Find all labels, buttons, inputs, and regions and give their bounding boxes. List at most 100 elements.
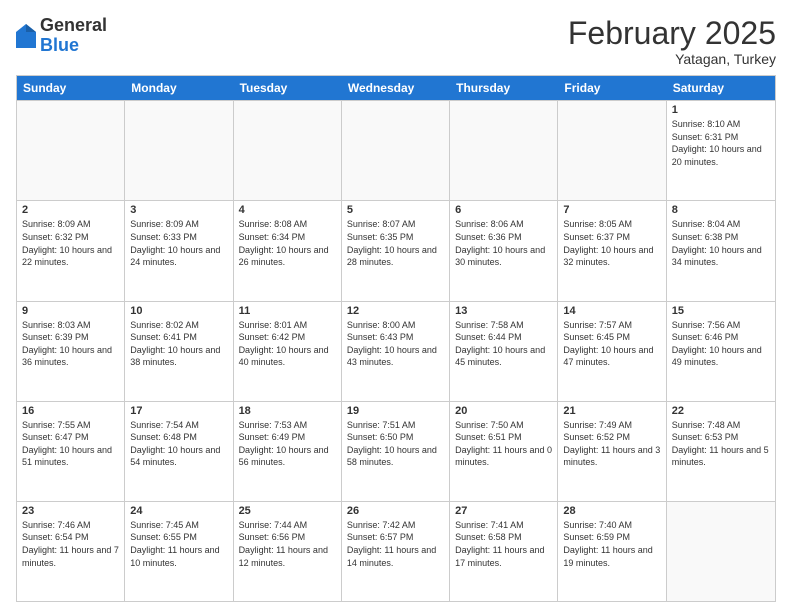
day-info: Sunrise: 8:10 AM Sunset: 6:31 PM Dayligh… — [672, 118, 770, 168]
day-info: Sunrise: 7:41 AM Sunset: 6:58 PM Dayligh… — [455, 519, 552, 569]
day-number: 19 — [347, 405, 444, 417]
day-number: 28 — [563, 505, 660, 517]
calendar: SundayMondayTuesdayWednesdayThursdayFrid… — [16, 75, 776, 602]
calendar-cell: 13 Sunrise: 7:58 AM Sunset: 6:44 PM Dayli… — [450, 302, 558, 401]
calendar-cell: 6Sunrise: 8:06 AM Sunset: 6:36 PM Daylig… — [450, 201, 558, 300]
calendar-cell: 1 Sunrise: 8:10 AM Sunset: 6:31 PM Daylig… — [667, 101, 775, 200]
day-number: 11 — [239, 305, 336, 317]
day-info: Sunrise: 7:53 AM Sunset: 6:49 PM Dayligh… — [239, 419, 336, 469]
calendar-cell: 17 Sunrise: 7:54 AM Sunset: 6:48 PM Dayli… — [125, 402, 233, 501]
day-info: Sunrise: 8:07 AM Sunset: 6:35 PM Dayligh… — [347, 218, 444, 268]
day-number: 21 — [563, 405, 660, 417]
calendar-cell: 10 Sunrise: 8:02 AM Sunset: 6:41 PM Dayli… — [125, 302, 233, 401]
calendar-cell: 27 Sunrise: 7:41 AM Sunset: 6:58 PM Dayli… — [450, 502, 558, 601]
calendar-cell — [342, 101, 450, 200]
calendar-cell: 15Sunrise: 7:56 AM Sunset: 6:46 PM Dayli… — [667, 302, 775, 401]
calendar-cell: 16 Sunrise: 7:55 AM Sunset: 6:47 PM Dayli… — [17, 402, 125, 501]
day-number: 12 — [347, 305, 444, 317]
calendar-cell: 26 Sunrise: 7:42 AM Sunset: 6:57 PM Dayli… — [342, 502, 450, 601]
calendar-row: 2 Sunrise: 8:09 AM Sunset: 6:32 PM Daylig… — [17, 200, 775, 300]
calendar-cell: 23 Sunrise: 7:46 AM Sunset: 6:54 PM Dayli… — [17, 502, 125, 601]
day-info: Sunrise: 7:51 AM Sunset: 6:50 PM Dayligh… — [347, 419, 444, 469]
calendar-cell — [450, 101, 558, 200]
day-info: Sunrise: 7:50 AM Sunset: 6:51 PM Dayligh… — [455, 419, 552, 469]
calendar-row: 23 Sunrise: 7:46 AM Sunset: 6:54 PM Dayli… — [17, 501, 775, 601]
day-number: 16 — [22, 405, 119, 417]
calendar-cell: 22 Sunrise: 7:48 AM Sunset: 6:53 PM Dayli… — [667, 402, 775, 501]
day-number: 18 — [239, 405, 336, 417]
day-info: Sunrise: 7:48 AM Sunset: 6:53 PM Dayligh… — [672, 419, 770, 469]
day-number: 9 — [22, 305, 119, 317]
day-info: Sunrise: 8:04 AM Sunset: 6:38 PM Dayligh… — [672, 218, 770, 268]
logo: General Blue — [16, 16, 107, 56]
day-info: Sunrise: 8:02 AM Sunset: 6:41 PM Dayligh… — [130, 319, 227, 369]
calendar-cell: 18 Sunrise: 7:53 AM Sunset: 6:49 PM Dayli… — [234, 402, 342, 501]
day-number: 24 — [130, 505, 227, 517]
day-info: Sunrise: 8:01 AM Sunset: 6:42 PM Dayligh… — [239, 319, 336, 369]
day-info: Sunrise: 7:55 AM Sunset: 6:47 PM Dayligh… — [22, 419, 119, 469]
day-number: 7 — [563, 204, 660, 216]
day-info: Sunrise: 7:56 AM Sunset: 6:46 PM Dayligh… — [672, 319, 770, 369]
day-number: 26 — [347, 505, 444, 517]
logo-icon — [16, 24, 36, 48]
header-day: Tuesday — [234, 76, 342, 100]
day-number: 8 — [672, 204, 770, 216]
calendar-cell — [125, 101, 233, 200]
day-info: Sunrise: 8:00 AM Sunset: 6:43 PM Dayligh… — [347, 319, 444, 369]
day-info: Sunrise: 8:05 AM Sunset: 6:37 PM Dayligh… — [563, 218, 660, 268]
day-info: Sunrise: 7:49 AM Sunset: 6:52 PM Dayligh… — [563, 419, 660, 469]
calendar-cell: 25 Sunrise: 7:44 AM Sunset: 6:56 PM Dayli… — [234, 502, 342, 601]
calendar-cell — [234, 101, 342, 200]
calendar-cell: 24 Sunrise: 7:45 AM Sunset: 6:55 PM Dayli… — [125, 502, 233, 601]
day-info: Sunrise: 7:54 AM Sunset: 6:48 PM Dayligh… — [130, 419, 227, 469]
calendar-row: 1 Sunrise: 8:10 AM Sunset: 6:31 PM Daylig… — [17, 100, 775, 200]
day-number: 2 — [22, 204, 119, 216]
calendar-row: 16 Sunrise: 7:55 AM Sunset: 6:47 PM Dayli… — [17, 401, 775, 501]
day-number: 25 — [239, 505, 336, 517]
calendar-cell: 20Sunrise: 7:50 AM Sunset: 6:51 PM Dayli… — [450, 402, 558, 501]
day-number: 1 — [672, 104, 770, 116]
calendar-cell — [558, 101, 666, 200]
header-day: Thursday — [450, 76, 558, 100]
day-info: Sunrise: 7:46 AM Sunset: 6:54 PM Dayligh… — [22, 519, 119, 569]
calendar-cell: 4 Sunrise: 8:08 AM Sunset: 6:34 PM Daylig… — [234, 201, 342, 300]
day-number: 4 — [239, 204, 336, 216]
calendar-row: 9 Sunrise: 8:03 AM Sunset: 6:39 PM Daylig… — [17, 301, 775, 401]
day-info: Sunrise: 7:44 AM Sunset: 6:56 PM Dayligh… — [239, 519, 336, 569]
day-info: Sunrise: 8:09 AM Sunset: 6:32 PM Dayligh… — [22, 218, 119, 268]
day-info: Sunrise: 7:42 AM Sunset: 6:57 PM Dayligh… — [347, 519, 444, 569]
day-number: 17 — [130, 405, 227, 417]
day-number: 22 — [672, 405, 770, 417]
day-number: 10 — [130, 305, 227, 317]
calendar-cell: 14Sunrise: 7:57 AM Sunset: 6:45 PM Dayli… — [558, 302, 666, 401]
day-info: Sunrise: 7:45 AM Sunset: 6:55 PM Dayligh… — [130, 519, 227, 569]
calendar-cell — [17, 101, 125, 200]
day-number: 27 — [455, 505, 552, 517]
calendar-cell — [667, 502, 775, 601]
header-day: Saturday — [667, 76, 775, 100]
calendar-cell: 7 Sunrise: 8:05 AM Sunset: 6:37 PM Daylig… — [558, 201, 666, 300]
calendar-cell: 8 Sunrise: 8:04 AM Sunset: 6:38 PM Daylig… — [667, 201, 775, 300]
day-info: Sunrise: 8:06 AM Sunset: 6:36 PM Dayligh… — [455, 218, 552, 268]
day-number: 23 — [22, 505, 119, 517]
day-info: Sunrise: 8:03 AM Sunset: 6:39 PM Dayligh… — [22, 319, 119, 369]
day-number: 3 — [130, 204, 227, 216]
calendar-cell: 3 Sunrise: 8:09 AM Sunset: 6:33 PM Daylig… — [125, 201, 233, 300]
calendar-body: 1 Sunrise: 8:10 AM Sunset: 6:31 PM Daylig… — [17, 100, 775, 601]
logo-text: General Blue — [40, 16, 107, 56]
day-info: Sunrise: 8:09 AM Sunset: 6:33 PM Dayligh… — [130, 218, 227, 268]
day-info: Sunrise: 7:57 AM Sunset: 6:45 PM Dayligh… — [563, 319, 660, 369]
logo-general: General — [40, 15, 107, 35]
calendar-cell: 12 Sunrise: 8:00 AM Sunset: 6:43 PM Dayli… — [342, 302, 450, 401]
calendar-cell: 11 Sunrise: 8:01 AM Sunset: 6:42 PM Dayli… — [234, 302, 342, 401]
subtitle: Yatagan, Turkey — [568, 51, 776, 67]
month-title: February 2025 — [568, 16, 776, 51]
title-block: February 2025 Yatagan, Turkey — [568, 16, 776, 67]
day-info: Sunrise: 7:58 AM Sunset: 6:44 PM Dayligh… — [455, 319, 552, 369]
calendar-cell: 28Sunrise: 7:40 AM Sunset: 6:59 PM Dayli… — [558, 502, 666, 601]
day-info: Sunrise: 8:08 AM Sunset: 6:34 PM Dayligh… — [239, 218, 336, 268]
day-number: 13 — [455, 305, 552, 317]
calendar-cell: 9 Sunrise: 8:03 AM Sunset: 6:39 PM Daylig… — [17, 302, 125, 401]
header-day: Wednesday — [342, 76, 450, 100]
calendar-cell: 21 Sunrise: 7:49 AM Sunset: 6:52 PM Dayli… — [558, 402, 666, 501]
